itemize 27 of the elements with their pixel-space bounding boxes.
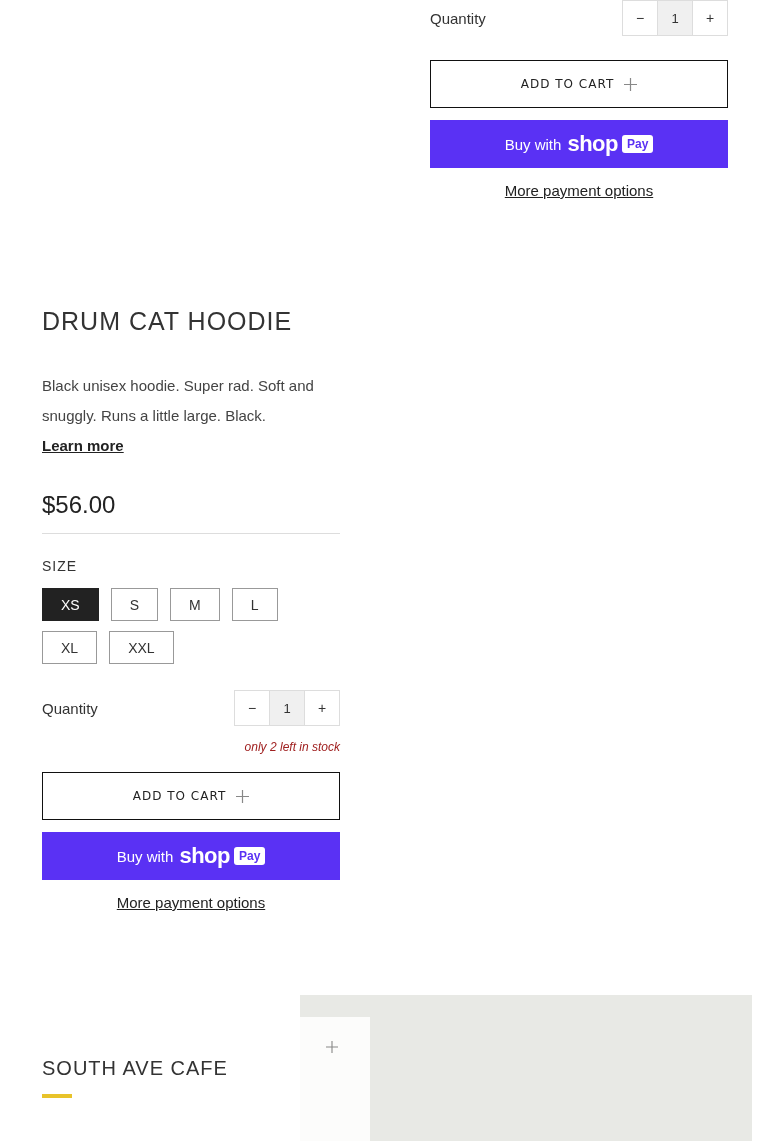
more-payment-options-link[interactable]: More payment options bbox=[504, 182, 654, 199]
shop-pay-button[interactable]: Buy with shop Pay bbox=[42, 832, 340, 880]
quantity-label: Quantity bbox=[42, 699, 98, 717]
size-option[interactable]: XS bbox=[42, 588, 99, 621]
plus-icon bbox=[236, 789, 250, 803]
more-payment-options-link[interactable]: More payment options bbox=[116, 894, 266, 911]
quantity-label: Quantity bbox=[430, 9, 486, 27]
location-title: SOUTH AVE CAFE bbox=[42, 1057, 229, 1080]
quantity-field[interactable]: 1 bbox=[657, 1, 693, 35]
add-to-cart-button[interactable]: ADD TO CART bbox=[430, 60, 728, 108]
size-option[interactable]: M bbox=[170, 588, 220, 621]
add-to-cart-button[interactable]: ADD TO CART bbox=[42, 772, 340, 820]
size-option[interactable]: XXL bbox=[109, 631, 174, 664]
plus-icon bbox=[326, 1041, 338, 1053]
product-title: DRUM CAT HOODIE bbox=[42, 306, 294, 337]
size-option[interactable]: XL bbox=[42, 631, 98, 664]
size-option[interactable]: L bbox=[231, 588, 278, 621]
accent-bar bbox=[42, 1094, 72, 1098]
quantity-field[interactable]: 1 bbox=[269, 691, 305, 725]
product-price: $56.00 bbox=[42, 491, 340, 534]
plus-icon bbox=[624, 77, 638, 91]
shop-pay-button[interactable]: Buy with shop Pay bbox=[430, 120, 728, 168]
size-label: SIZE bbox=[42, 558, 79, 574]
product-description: Black unisex hoodie. Super rad. Soft and snuggly. Runs a little large. Black. Learn more bbox=[42, 376, 315, 456]
learn-more-link[interactable]: Learn more bbox=[42, 437, 124, 454]
stock-note: only 2 left in stock bbox=[244, 740, 340, 754]
size-option[interactable]: S bbox=[110, 588, 159, 621]
